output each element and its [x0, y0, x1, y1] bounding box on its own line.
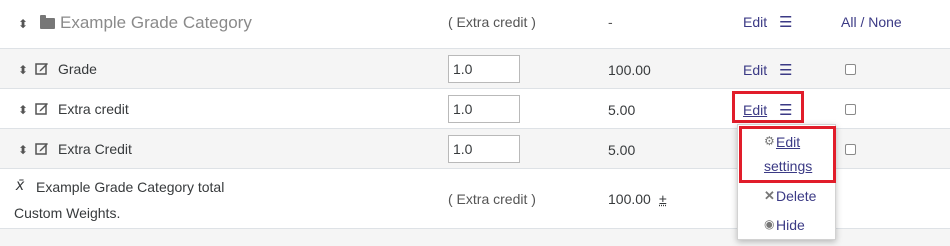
move-icon[interactable]: ⬍ — [18, 143, 28, 157]
total-name: Example Grade Category total — [36, 179, 225, 195]
total-max: 100.00 — [608, 191, 651, 207]
highlight-edit-trigger — [732, 91, 804, 123]
folder-icon — [40, 15, 55, 29]
select-checkbox[interactable] — [845, 144, 856, 155]
delete-icon: ✕ — [764, 188, 775, 203]
select-all-none-link[interactable]: All / None — [841, 14, 902, 30]
edit-icon — [35, 103, 48, 115]
category-row: ⬍ Example Grade Category ( Extra credit … — [0, 0, 950, 49]
weight-input[interactable] — [448, 135, 520, 163]
select-checkbox[interactable] — [845, 64, 856, 75]
item-name: Extra credit — [58, 101, 129, 117]
edit-icon — [35, 143, 48, 155]
weight-input[interactable] — [448, 95, 520, 123]
highlight-edit-settings — [739, 126, 836, 183]
category-name: Example Grade Category — [60, 13, 252, 32]
hamburger-icon[interactable]: ☰ — [779, 61, 792, 79]
menu-hide-label[interactable]: Hide — [776, 217, 805, 233]
total-max-suffix: ± — [659, 191, 667, 207]
move-icon[interactable]: ⬍ — [18, 103, 28, 117]
item-edit-link[interactable]: Edit — [743, 62, 767, 78]
select-checkbox[interactable] — [845, 104, 856, 115]
item-name: Extra Credit — [58, 141, 132, 157]
item-max: 5.00 — [608, 102, 636, 118]
menu-delete-label[interactable]: Delete — [776, 188, 816, 204]
total-subtitle: Custom Weights. — [14, 205, 121, 221]
category-edit-link[interactable]: Edit — [743, 14, 767, 30]
item-max: 5.00 — [608, 142, 636, 158]
edit-icon — [35, 63, 48, 75]
total-weight: ( Extra credit ) — [448, 191, 536, 207]
move-icon[interactable]: ⬍ — [18, 17, 28, 31]
table-row: ⬍ Grade 100.00 Edit ☰ — [0, 49, 950, 89]
weight-input[interactable] — [448, 55, 520, 83]
hamburger-icon[interactable]: ☰ — [779, 13, 792, 31]
move-icon[interactable]: ⬍ — [18, 63, 28, 77]
eye-icon: ◉ — [764, 217, 775, 231]
table-row: ⬍ Extra credit 5.00 Edit ☰ — [0, 89, 950, 129]
mean-icon: x̄ — [16, 177, 24, 194]
category-weight: ( Extra credit ) — [448, 14, 536, 30]
item-max: 100.00 — [608, 62, 651, 78]
category-max: - — [608, 14, 613, 30]
item-name: Grade — [58, 61, 97, 77]
